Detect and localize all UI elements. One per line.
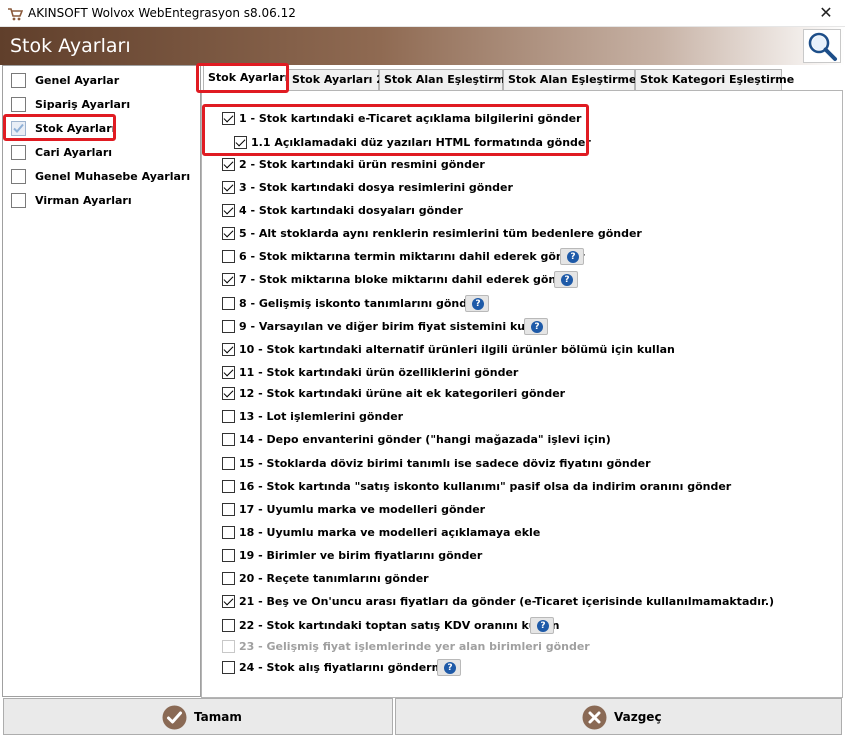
- checkbox[interactable]: [222, 549, 235, 562]
- tab-stok-kategori-eslestirme[interactable]: Stok Kategori Eşleştirme: [635, 69, 794, 91]
- help-button-22[interactable]: ?: [530, 617, 554, 634]
- checkbox[interactable]: [222, 204, 235, 217]
- help-icon: ?: [531, 321, 543, 333]
- sidebar-item-label: Sipariş Ayarları: [35, 98, 131, 111]
- help-button-24[interactable]: ?: [437, 659, 461, 676]
- help-icon: ?: [537, 620, 549, 632]
- magnifier-icon: [808, 32, 837, 61]
- ok-button-label: Tamam: [194, 710, 242, 724]
- checkbox[interactable]: [222, 320, 235, 333]
- checkbox[interactable]: [222, 158, 235, 171]
- check-circle-icon: [162, 705, 187, 730]
- help-icon: ?: [444, 662, 456, 674]
- ok-button[interactable]: Tamam: [3, 698, 393, 735]
- checkbox[interactable]: [222, 433, 235, 446]
- page-title: Stok Ayarları: [10, 35, 131, 57]
- checkbox[interactable]: [222, 410, 235, 423]
- checkbox[interactable]: [222, 227, 235, 240]
- option-label: 10 - Stok kartındaki alternatif ürünleri…: [239, 343, 675, 356]
- option-label: 5 - Alt stoklarda aynı renklerin resimle…: [239, 227, 642, 240]
- option-label: 7 - Stok miktarına bloke miktarını dahil…: [239, 273, 577, 286]
- checkbox[interactable]: [222, 619, 235, 632]
- highlight-sidebar-stok: [3, 114, 116, 141]
- checkbox[interactable]: [222, 526, 235, 539]
- help-button-8[interactable]: ?: [465, 295, 489, 312]
- option-label: 14 - Depo envanterini gönder ("hangi mağ…: [239, 433, 611, 446]
- sidebar-item-cari-ayarlari[interactable]: Cari Ayarları: [9, 142, 195, 164]
- checkbox[interactable]: [222, 387, 235, 400]
- cancel-button-label: Vazgeç: [614, 710, 662, 724]
- help-icon: ?: [472, 298, 484, 310]
- sidebar-item-label: Virman Ayarları: [35, 194, 132, 207]
- checkbox[interactable]: [222, 457, 235, 470]
- tab-stok-alan-eslestirme[interactable]: Stok Alan Eşleştirme: [379, 69, 512, 91]
- sidebar-item-genel-ayarlar[interactable]: Genel Ayarlar: [9, 70, 195, 92]
- option-label: 18 - Uyumlu marka ve modelleri açıklamay…: [239, 526, 541, 539]
- option-label: 12 - Stok kartındaki ürüne ait ek katego…: [239, 387, 566, 400]
- option-label: 13 - Lot işlemlerini gönder: [239, 410, 404, 423]
- help-button-9[interactable]: ?: [524, 318, 548, 335]
- help-button-6[interactable]: ?: [560, 248, 584, 265]
- option-label: 3 - Stok kartındaki dosya resimlerini gö…: [239, 181, 513, 194]
- sidebar-checkbox[interactable]: [11, 169, 26, 184]
- tab-stok-ayarlari-2[interactable]: Stok Ayarları 2: [287, 69, 384, 91]
- checkbox[interactable]: [222, 366, 235, 379]
- option-label: 15 - Stoklarda döviz birimi tanımlı ise …: [239, 457, 651, 470]
- sidebar-item-virman-ayarlari[interactable]: Virman Ayarları: [9, 190, 195, 212]
- window-title-bar: AKINSOFT Wolvox WebEntegrasyon s8.06.12 …: [0, 0, 845, 27]
- checkbox[interactable]: [222, 181, 235, 194]
- checkbox[interactable]: [222, 572, 235, 585]
- option-label: 24 - Stok alış fiyatlarını gönderme: [239, 661, 451, 674]
- option-label: 11 - Stok kartındaki ürün özelliklerini …: [239, 366, 519, 379]
- option-label: 16 - Stok kartında "satış iskonto kullan…: [239, 480, 732, 493]
- checkbox[interactable]: [222, 250, 235, 263]
- option-label: 21 - Beş ve On'uncu arası fiyatları da g…: [239, 595, 775, 608]
- option-label: 4 - Stok kartındaki dosyaları gönder: [239, 204, 463, 217]
- checkbox[interactable]: [222, 343, 235, 356]
- app-cart-icon: [7, 6, 23, 22]
- help-icon: ?: [561, 274, 573, 286]
- checkbox[interactable]: [222, 595, 235, 608]
- search-button[interactable]: [803, 29, 841, 63]
- tab-bar: Stok Ayarları Stok Ayarları 2 Stok Alan …: [201, 65, 845, 92]
- checkbox: [222, 640, 235, 653]
- sidebar-checkbox[interactable]: [11, 73, 26, 88]
- sidebar-item-genel-muhasebe-ayarlari[interactable]: Genel Muhasebe Ayarları: [9, 166, 195, 188]
- checkbox[interactable]: [222, 480, 235, 493]
- cancel-button[interactable]: Vazgeç: [395, 698, 842, 735]
- checkbox[interactable]: [222, 661, 235, 674]
- page-header: Stok Ayarları: [0, 27, 845, 65]
- cancel-circle-icon: [582, 705, 607, 730]
- help-button-7[interactable]: ?: [554, 271, 578, 288]
- settings-sidebar: Genel Ayarlar Sipariş Ayarları Stok Ayar…: [2, 65, 201, 697]
- highlight-options-1: [202, 104, 589, 156]
- sidebar-item-label: Genel Muhasebe Ayarları: [35, 170, 191, 183]
- sidebar-checkbox[interactable]: [11, 97, 26, 112]
- sidebar-item-label: Cari Ayarları: [35, 146, 113, 159]
- sidebar-checkbox[interactable]: [11, 193, 26, 208]
- option-label: 9 - Varsayılan ve diğer birim fiyat sist…: [239, 320, 548, 333]
- window-title: AKINSOFT Wolvox WebEntegrasyon s8.06.12: [28, 6, 296, 20]
- option-label: 20 - Reçete tanımlarını gönder: [239, 572, 429, 585]
- option-label: 8 - Gelişmiş iskonto tanımlarını gönder: [239, 297, 481, 310]
- option-label: 2 - Stok kartındaki ürün resmini gönder: [239, 158, 485, 171]
- close-icon[interactable]: ✕: [815, 3, 837, 23]
- tab-stok-alan-eslestirme-2[interactable]: Stok Alan Eşleştirme 2: [503, 69, 648, 91]
- checkbox[interactable]: [222, 273, 235, 286]
- checkbox[interactable]: [222, 297, 235, 310]
- highlight-tab-stok: [196, 63, 289, 93]
- help-icon: ?: [567, 251, 579, 263]
- sidebar-checkbox[interactable]: [11, 145, 26, 160]
- sidebar-item-siparis-ayarlari[interactable]: Sipariş Ayarları: [9, 94, 195, 116]
- option-label: 6 - Stok miktarına termin miktarını dahi…: [239, 250, 585, 263]
- option-label: 17 - Uyumlu marka ve modelleri gönder: [239, 503, 486, 516]
- option-label: 22 - Stok kartındaki toptan satış KDV or…: [239, 619, 560, 632]
- sidebar-item-label: Genel Ayarlar: [35, 74, 120, 87]
- option-label: 23 - Gelişmiş fiyat işlemlerinde yer ala…: [239, 640, 590, 653]
- option-label: 19 - Birimler ve birim fiyatlarını gönde…: [239, 549, 483, 562]
- checkbox[interactable]: [222, 503, 235, 516]
